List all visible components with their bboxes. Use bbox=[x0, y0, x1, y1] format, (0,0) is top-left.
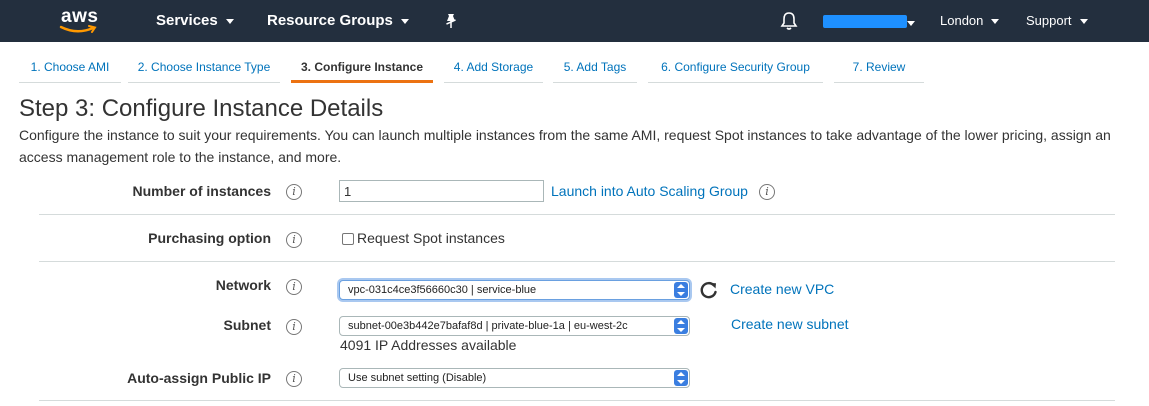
resource-groups-label: Resource Groups bbox=[267, 12, 393, 29]
info-icon[interactable]: i bbox=[286, 232, 302, 248]
chevron-down-icon bbox=[991, 19, 1000, 24]
tab-configure-instance[interactable]: 3. Configure Instance bbox=[291, 52, 433, 83]
top-navigation-bar: aws Services Resource Groups London Supp… bbox=[0, 0, 1149, 42]
support-menu[interactable]: Support bbox=[1026, 13, 1088, 28]
chevron-down-icon bbox=[225, 19, 234, 24]
launch-auto-scaling-link[interactable]: Launch into Auto Scaling Group bbox=[551, 183, 748, 199]
support-label: Support bbox=[1026, 13, 1072, 28]
network-select[interactable]: vpc-031c4ce3f56660c30 | service-blue bbox=[339, 280, 690, 300]
tab-choose-instance-type[interactable]: 2. Choose Instance Type bbox=[128, 52, 280, 83]
select-stepper-icon bbox=[674, 318, 688, 334]
create-new-vpc-link[interactable]: Create new VPC bbox=[730, 281, 834, 297]
subnet-label: Subnet bbox=[223, 317, 271, 333]
number-of-instances-label: Number of instances bbox=[132, 183, 271, 199]
tab-configure-security-group[interactable]: 6. Configure Security Group bbox=[648, 52, 823, 83]
services-menu[interactable]: Services bbox=[156, 12, 234, 29]
divider bbox=[39, 400, 1115, 401]
tab-add-tags[interactable]: 5. Add Tags bbox=[553, 52, 637, 83]
network-select-value: vpc-031c4ce3f56660c30 | service-blue bbox=[348, 284, 537, 296]
info-icon[interactable]: i bbox=[286, 279, 302, 295]
request-spot-checkbox[interactable] bbox=[342, 233, 354, 245]
page-title: Step 3: Configure Instance Details bbox=[19, 95, 384, 122]
tab-add-storage[interactable]: 4. Add Storage bbox=[444, 52, 543, 83]
info-icon[interactable]: i bbox=[286, 319, 302, 335]
region-label: London bbox=[940, 13, 984, 28]
info-icon[interactable]: i bbox=[286, 184, 302, 200]
auto-assign-public-ip-label: Auto-assign Public IP bbox=[127, 370, 271, 386]
page-description: Configure the instance to suit your requ… bbox=[19, 127, 1111, 165]
divider bbox=[39, 261, 1115, 262]
subnet-select-value: subnet-00e3b442e7bafaf8d | private-blue-… bbox=[348, 320, 628, 332]
info-icon[interactable]: i bbox=[759, 184, 775, 200]
chevron-down-icon bbox=[400, 19, 409, 24]
subnet-ip-availability: 4091 IP Addresses available bbox=[340, 337, 517, 353]
resource-groups-menu[interactable]: Resource Groups bbox=[267, 12, 409, 29]
refresh-icon[interactable] bbox=[699, 280, 719, 300]
divider bbox=[39, 214, 1115, 215]
auto-assign-public-ip-value: Use subnet setting (Disable) bbox=[348, 372, 487, 384]
region-menu[interactable]: London bbox=[940, 13, 1000, 28]
account-name-redacted[interactable] bbox=[823, 15, 907, 28]
select-stepper-icon bbox=[674, 282, 688, 298]
subnet-select[interactable]: subnet-00e3b442e7bafaf8d | private-blue-… bbox=[339, 316, 690, 336]
chevron-down-icon bbox=[1079, 19, 1088, 24]
network-label: Network bbox=[215, 277, 271, 293]
purchasing-option-label: Purchasing option bbox=[148, 230, 271, 246]
auto-assign-public-ip-select[interactable]: Use subnet setting (Disable) bbox=[339, 368, 690, 388]
tab-choose-ami[interactable]: 1. Choose AMI bbox=[19, 52, 121, 83]
number-of-instances-input[interactable] bbox=[339, 180, 544, 202]
select-stepper-icon bbox=[674, 370, 688, 386]
aws-smile-icon bbox=[59, 25, 97, 33]
bell-icon[interactable] bbox=[780, 11, 798, 35]
create-new-subnet-link[interactable]: Create new subnet bbox=[731, 316, 849, 332]
chevron-down-icon bbox=[907, 21, 915, 26]
info-icon[interactable]: i bbox=[286, 371, 302, 387]
request-spot-label: Request Spot instances bbox=[357, 230, 505, 246]
pin-icon[interactable] bbox=[443, 12, 459, 34]
aws-logo[interactable]: aws bbox=[56, 5, 106, 37]
tab-review[interactable]: 7. Review bbox=[834, 52, 924, 83]
services-label: Services bbox=[156, 12, 218, 29]
